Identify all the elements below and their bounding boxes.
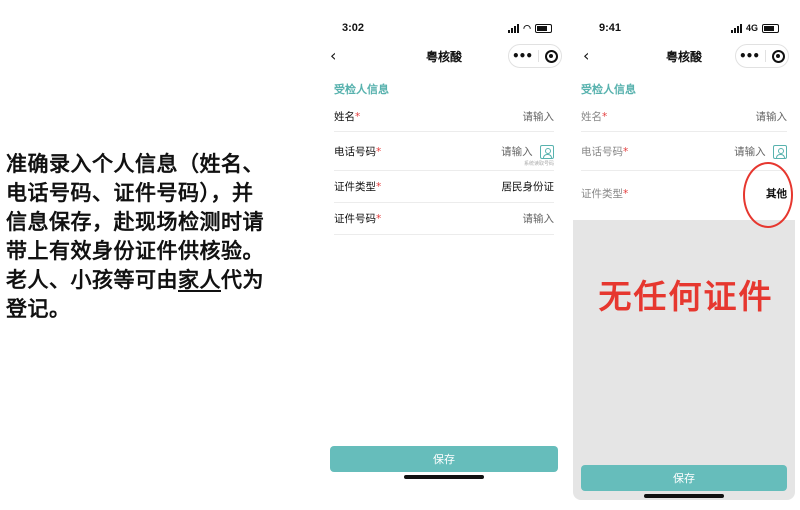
status-bar: 3:02 ◠ (320, 15, 568, 41)
capsule-divider (764, 50, 766, 62)
battery-icon (535, 23, 552, 33)
field-label: 姓名* (334, 110, 361, 123)
close-target-icon[interactable] (544, 49, 558, 63)
miniprogram-capsule: ••• (735, 44, 789, 68)
signal-icon (730, 23, 742, 33)
id-number-field-row[interactable]: 证件号码* 请输入 (334, 203, 554, 235)
annotation-circle (743, 162, 793, 228)
required-mark: * (355, 110, 361, 123)
network-label: 4G (745, 23, 758, 33)
phone-screenshot-other-id: 9:41 4G ‹ 粤核酸 ••• 受检人信息 姓名* 请输入 电话号码* 请输… (573, 15, 795, 500)
field-label: 姓名* (581, 110, 608, 123)
instruction-line: 信息保存，赴现场检测时请 (6, 210, 264, 234)
signal-icon (508, 23, 520, 33)
more-icon[interactable]: ••• (739, 49, 760, 63)
phone-input[interactable]: 请输入 (734, 146, 766, 158)
name-field-row[interactable]: 姓名* 请输入 (334, 101, 554, 132)
required-mark: * (376, 213, 382, 225)
phone-screenshot-form: 3:02 ◠ ‹ 粤核酸 ••• 受检人信息 姓名* 请输入 电话号码* 请输入… (320, 15, 568, 510)
instruction-line: 登记。 (6, 297, 71, 321)
name-input[interactable]: 请输入 (756, 109, 788, 124)
required-mark: * (602, 110, 608, 123)
required-mark: * (623, 145, 629, 158)
underlined-family-text: 家人 (178, 268, 221, 292)
instruction-text: 准确录入个人信息（姓名、 电话号码、证件号码），并 信息保存，赴现场检测时请 带… (6, 150, 316, 324)
dimmed-background (573, 220, 795, 500)
field-label: 证件类型* (581, 187, 629, 200)
home-indicator (644, 494, 724, 498)
nav-bar: ‹ 粤核酸 ••• (573, 41, 795, 71)
id-type-select[interactable]: 居民身份证 (502, 179, 555, 194)
home-indicator (404, 475, 484, 479)
phone-field-row[interactable]: 电话号码* 请输入 系统读取号码 (334, 132, 554, 171)
id-type-field-row[interactable]: 证件类型* 居民身份证 (334, 171, 554, 203)
status-time: 3:02 (342, 22, 365, 34)
save-button[interactable]: 保存 (330, 446, 558, 472)
instruction-line: 准确录入个人信息（姓名、 (6, 152, 264, 176)
instruction-line: 电话号码、证件号码），并 (6, 181, 254, 205)
status-time: 9:41 (599, 22, 622, 34)
name-field-row[interactable]: 姓名* 请输入 (581, 101, 787, 132)
phone-input-group: 请输入 (734, 144, 787, 159)
field-label: 电话号码* (581, 145, 629, 158)
save-button[interactable]: 保存 (581, 465, 787, 491)
name-input[interactable]: 请输入 (523, 109, 555, 124)
phone-input[interactable]: 请输入 (501, 146, 533, 158)
more-icon[interactable]: ••• (512, 49, 533, 63)
required-mark: * (623, 187, 629, 200)
field-label: 证件号码* (334, 213, 382, 225)
instruction-text-part: 代为 (221, 268, 264, 292)
required-mark: * (376, 181, 382, 193)
back-icon[interactable]: ‹ (583, 46, 589, 65)
page-title: 粤核酸 (425, 49, 462, 64)
instruction-line: 带上有效身份证件供核验。 (6, 239, 264, 263)
required-mark: * (376, 145, 382, 158)
status-bar: 9:41 4G (573, 15, 795, 41)
page-title: 粤核酸 (665, 49, 702, 64)
miniprogram-capsule: ••• (508, 44, 562, 68)
back-icon[interactable]: ‹ (330, 46, 336, 65)
instruction-line: 老人、小孩等可由家人代为 (6, 266, 316, 295)
field-label: 电话号码* (334, 145, 382, 158)
phone-hint: 系统读取号码 (523, 161, 554, 167)
section-title: 受检人信息 (581, 83, 636, 96)
close-target-icon[interactable] (771, 49, 785, 63)
instruction-text-part: 老人、小孩等可由 (6, 268, 178, 292)
capsule-divider (537, 50, 539, 62)
phone-input-group: 请输入 (501, 144, 554, 159)
contact-book-icon[interactable] (540, 144, 554, 159)
nav-bar: ‹ 粤核酸 ••• (320, 41, 568, 71)
no-id-annotation: 无任何证件 (598, 277, 774, 316)
contact-book-icon[interactable] (773, 144, 787, 159)
status-icons: 4G (730, 23, 779, 33)
field-label: 证件类型* (334, 181, 382, 193)
status-icons: ◠ (508, 23, 552, 34)
section-title: 受检人信息 (334, 83, 389, 96)
id-number-input[interactable]: 请输入 (523, 211, 555, 226)
wifi-icon: ◠ (523, 22, 531, 33)
battery-icon (762, 23, 779, 33)
